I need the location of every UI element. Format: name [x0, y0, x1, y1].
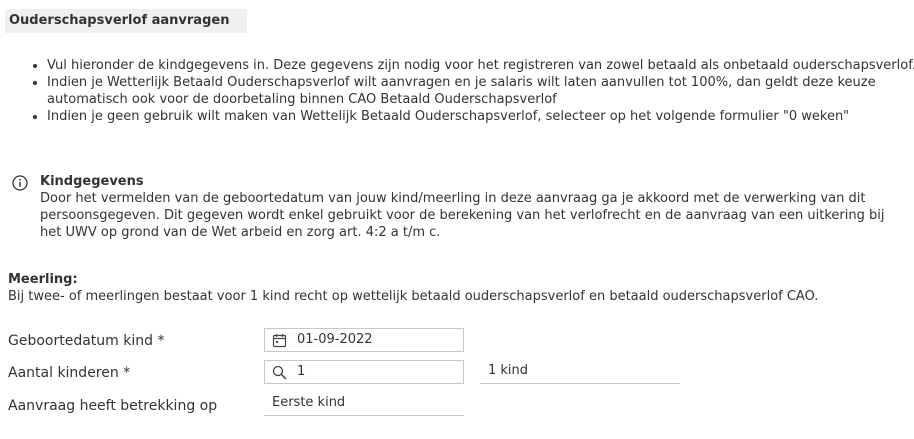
page-title: Ouderschapsverlof aanvragen	[5, 9, 247, 33]
intro-bullet-2: Indien je Wetterlijk Betaald Ouderschaps…	[47, 74, 914, 108]
meerling-title: Meerling:	[8, 272, 78, 287]
relates-to-label: Aanvraag heeft betrekking op	[8, 398, 218, 414]
meerling-section: Meerling: Bij twee- of meerlingen bestaa…	[8, 271, 898, 305]
children-count-description: 1 kind	[480, 360, 680, 384]
calendar-icon[interactable]	[272, 333, 287, 348]
intro-bullet-1: Vul hieronder de kindgegevens in. Deze g…	[47, 57, 914, 74]
birthdate-label: Geboortedatum kind *	[8, 333, 165, 349]
intro-bullet-3: Indien je geen gebruik wilt maken van We…	[47, 108, 914, 125]
info-text-block: Kindgegevens Door het vermelden van de g…	[40, 173, 890, 241]
intro-bullet-list: Vul hieronder de kindgegevens in. Deze g…	[20, 57, 914, 125]
children-count-value: 1	[297, 364, 306, 379]
info-title: Kindgegevens	[40, 174, 144, 189]
info-circle-icon	[12, 175, 28, 191]
birthdate-value: 01-09-2022	[297, 332, 373, 347]
meerling-text: Bij twee- of meerlingen bestaat voor 1 k…	[8, 289, 819, 304]
children-count-input[interactable]: 1	[264, 360, 464, 384]
search-icon[interactable]	[272, 365, 287, 380]
birthdate-input[interactable]: 01-09-2022	[264, 328, 464, 352]
info-description: Door het vermelden van de geboortedatum …	[40, 191, 885, 240]
relates-to-field: Eerste kind	[264, 392, 464, 416]
children-count-label: Aantal kinderen *	[8, 365, 131, 381]
